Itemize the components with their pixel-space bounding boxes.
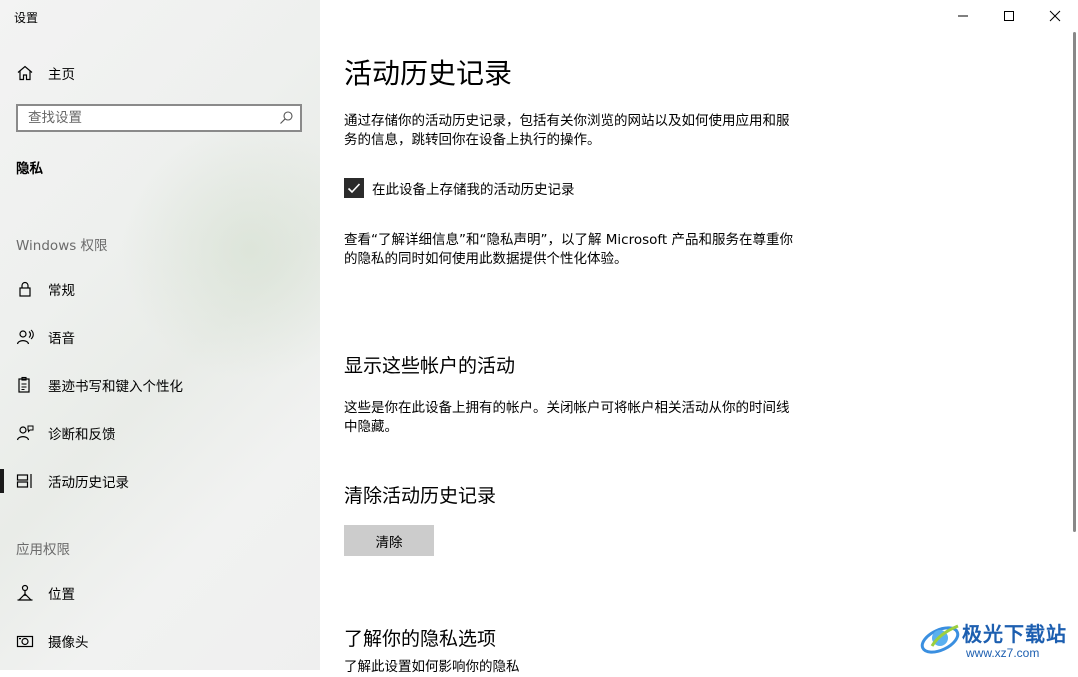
sidebar-item-label: 诊断和反馈	[48, 427, 116, 443]
window-title: 设置	[14, 11, 39, 25]
selected-indicator	[0, 469, 4, 493]
camera-icon	[16, 632, 34, 650]
checkmark-icon	[347, 183, 361, 194]
sidebar-item-label: 墨迹书写和键入个性化	[48, 379, 183, 395]
sidebar: 设置 主页 隐私 Windows 权限 常规 语音 墨迹书写和键入个性化	[0, 0, 320, 670]
checkbox-box[interactable]	[344, 178, 364, 198]
home-icon	[16, 64, 34, 82]
close-button[interactable]	[1032, 0, 1078, 32]
watermark-title: 极光下载站	[962, 622, 1067, 646]
sidebar-item-home[interactable]: 主页	[16, 62, 75, 84]
intro-text: 通过存储你的活动历史记录，包括有关你浏览的网站以及如何使用应用和服务的信息，跳转…	[344, 113, 790, 148]
sidebar-item-label: 语音	[48, 331, 75, 347]
sidebar-item-label: 常规	[48, 283, 75, 299]
clear-button[interactable]: 清除	[344, 525, 434, 556]
timeline-icon	[16, 472, 34, 490]
privacy-note: 查看“了解详细信息”和“隐私声明”，以了解 Microsoft 产品和服务在尊重…	[344, 232, 793, 267]
learn-link[interactable]: 了解此设置如何影响你的隐私	[344, 658, 799, 677]
learn-heading: 了解你的隐私选项	[344, 628, 497, 650]
page-title: 活动历史记录	[344, 57, 513, 90]
watermark: 极光下载站 www.xz7.com	[918, 614, 1078, 670]
sidebar-item-inking[interactable]: 墨迹书写和键入个性化	[16, 374, 183, 396]
close-icon	[1049, 10, 1061, 22]
section-title: 隐私	[16, 161, 43, 177]
accounts-text: 这些是你在此设备上拥有的帐户。关闭帐户可将帐户相关活动从你的时间线中隐藏。	[344, 400, 790, 435]
accounts-heading: 显示这些帐户的活动	[344, 355, 516, 377]
sidebar-item-label: 活动历史记录	[48, 475, 129, 491]
search-input[interactable]	[18, 106, 288, 130]
sidebar-item-label: 主页	[48, 67, 75, 83]
maximize-icon	[1004, 11, 1014, 21]
lock-icon	[16, 280, 34, 298]
sidebar-item-general[interactable]: 常规	[16, 278, 75, 300]
search-icon[interactable]	[278, 110, 294, 126]
speech-icon	[16, 328, 34, 346]
minimize-icon	[958, 15, 968, 17]
group-label-windows: Windows 权限	[16, 238, 108, 254]
minimize-button[interactable]	[940, 0, 986, 32]
clipboard-pen-icon	[16, 376, 34, 394]
sidebar-item-speech[interactable]: 语音	[16, 326, 75, 348]
watermark-logo-icon	[920, 624, 960, 654]
search-box[interactable]	[16, 104, 302, 132]
scrollbar[interactable]	[1073, 32, 1076, 532]
group-label-apps: 应用权限	[16, 542, 70, 558]
sidebar-item-location[interactable]: 位置	[16, 582, 75, 604]
store-history-checkbox[interactable]: 在此设备上存储我的活动历史记录	[344, 178, 575, 198]
sidebar-item-camera[interactable]: 摄像头	[16, 630, 89, 652]
sidebar-item-diagnostics[interactable]: 诊断和反馈	[16, 422, 116, 444]
sidebar-item-label: 位置	[48, 587, 75, 603]
feedback-person-icon	[16, 424, 34, 442]
clear-heading: 清除活动历史记录	[344, 485, 497, 507]
watermark-url: www.xz7.com	[966, 646, 1040, 660]
sidebar-item-label: 摄像头	[48, 635, 89, 651]
maximize-button[interactable]	[986, 0, 1032, 32]
location-person-icon	[16, 584, 34, 602]
checkbox-label: 在此设备上存储我的活动历史记录	[372, 182, 575, 198]
sidebar-item-activity-history[interactable]: 活动历史记录	[16, 470, 129, 492]
